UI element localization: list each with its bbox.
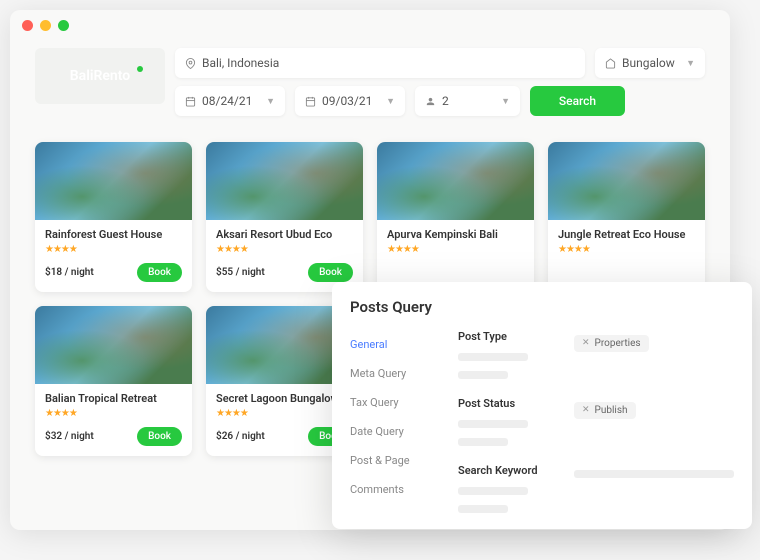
close-icon[interactable]: ✕ (582, 405, 590, 415)
tab-comments[interactable]: Comments (350, 475, 440, 504)
search-button[interactable]: Search (530, 86, 625, 116)
tab-date-query[interactable]: Date Query (350, 417, 440, 446)
listing-card[interactable]: Rainforest Guest House ★★★★ $18 / night … (35, 142, 192, 292)
property-type-text: Bungalow (622, 56, 675, 70)
minimize-window-dot[interactable] (40, 20, 51, 31)
field-label: Search Keyword (458, 464, 558, 477)
listing-thumbnail (548, 142, 705, 220)
filter-chip[interactable]: ✕ Properties (574, 335, 649, 352)
listing-price: $32 / night (45, 431, 94, 442)
book-button[interactable]: Book (137, 427, 182, 446)
field-label: Post Status (458, 397, 558, 410)
rating-stars: ★★★★ (45, 408, 182, 419)
listing-card[interactable]: Balian Tropical Retreat ★★★★ $32 / night… (35, 306, 192, 456)
listing-title: Rainforest Guest House (45, 228, 182, 241)
tab-general[interactable]: General (350, 330, 440, 359)
tab-tax-query[interactable]: Tax Query (350, 388, 440, 417)
chevron-down-icon: ▼ (686, 58, 695, 69)
checkin-input[interactable]: 08/24/21 ▼ (175, 86, 285, 116)
form-row: Post Type ✕ Properties (458, 330, 734, 379)
titlebar (10, 10, 730, 40)
chevron-down-icon: ▼ (266, 96, 275, 107)
book-button[interactable]: Book (137, 263, 182, 282)
person-icon (425, 96, 436, 107)
skeleton (458, 353, 528, 361)
rating-stars: ★★★★ (216, 244, 353, 255)
panel-title: Posts Query (350, 298, 734, 316)
listing-price: $18 / night (45, 267, 94, 278)
checkout-input[interactable]: 09/03/21 ▼ (295, 86, 405, 116)
field-label: Post Type (458, 330, 558, 343)
chip-text: Properties (595, 338, 641, 349)
search-header: BaliRento Bali, Indonesia Bungalow ▼ 08/… (10, 40, 730, 124)
guests-input[interactable]: 2 ▼ (415, 86, 520, 116)
listing-price: $55 / night (216, 267, 265, 278)
listing-thumbnail (35, 142, 192, 220)
listing-title: Apurva Kempinski Bali (387, 228, 524, 241)
listing-card[interactable]: Aksari Resort Ubud Eco ★★★★ $55 / night … (206, 142, 363, 292)
listing-thumbnail (377, 142, 534, 220)
location-input[interactable]: Bali, Indonesia (175, 48, 585, 78)
panel-tabs: GeneralMeta QueryTax QueryDate QueryPost… (350, 330, 440, 513)
search-area: Bali, Indonesia Bungalow ▼ 08/24/21 ▼ 09… (175, 48, 705, 116)
book-button[interactable]: Book (308, 263, 353, 282)
listing-thumbnail (35, 306, 192, 384)
close-window-dot[interactable] (22, 20, 33, 31)
listing-card[interactable]: Jungle Retreat Eco House ★★★★ (548, 142, 705, 292)
listing-title: Jungle Retreat Eco House (558, 228, 695, 241)
property-type-select[interactable]: Bungalow ▼ (595, 48, 705, 78)
calendar-icon (305, 96, 316, 107)
rating-stars: ★★★★ (45, 244, 182, 255)
maximize-window-dot[interactable] (58, 20, 69, 31)
skeleton (458, 438, 508, 446)
listing-thumbnail (206, 142, 363, 220)
filter-chip[interactable]: ✕ Publish (574, 402, 636, 419)
chip-text: Publish (595, 405, 628, 416)
rating-stars: ★★★★ (387, 244, 524, 255)
home-icon (605, 58, 616, 69)
tab-post-page[interactable]: Post & Page (350, 446, 440, 475)
panel-form: Post Type ✕ Properties Post Status ✕ Publi… (458, 330, 734, 513)
form-row: Search Keyword (458, 464, 734, 513)
listing-price: $26 / night (216, 431, 265, 442)
chevron-down-icon: ▼ (386, 96, 395, 107)
posts-query-panel: Posts Query GeneralMeta QueryTax QueryDa… (332, 282, 752, 529)
skeleton (574, 470, 734, 478)
listing-title: Aksari Resort Ubud Eco (216, 228, 353, 241)
guests-text: 2 (442, 94, 449, 108)
tab-meta-query[interactable]: Meta Query (350, 359, 440, 388)
listing-title: Balian Tropical Retreat (45, 392, 182, 405)
chevron-down-icon: ▼ (501, 96, 510, 107)
close-icon[interactable]: ✕ (582, 338, 590, 348)
checkout-text: 09/03/21 (322, 94, 372, 108)
checkin-text: 08/24/21 (202, 94, 252, 108)
skeleton (458, 371, 508, 379)
calendar-icon (185, 96, 196, 107)
logo: BaliRento (35, 48, 165, 104)
skeleton (458, 420, 528, 428)
location-text: Bali, Indonesia (202, 56, 279, 70)
form-row: Post Status ✕ Publish (458, 397, 734, 446)
listing-card[interactable]: Apurva Kempinski Bali ★★★★ (377, 142, 534, 292)
skeleton (458, 505, 508, 513)
pin-icon (185, 58, 196, 69)
rating-stars: ★★★★ (558, 244, 695, 255)
skeleton (458, 487, 528, 495)
